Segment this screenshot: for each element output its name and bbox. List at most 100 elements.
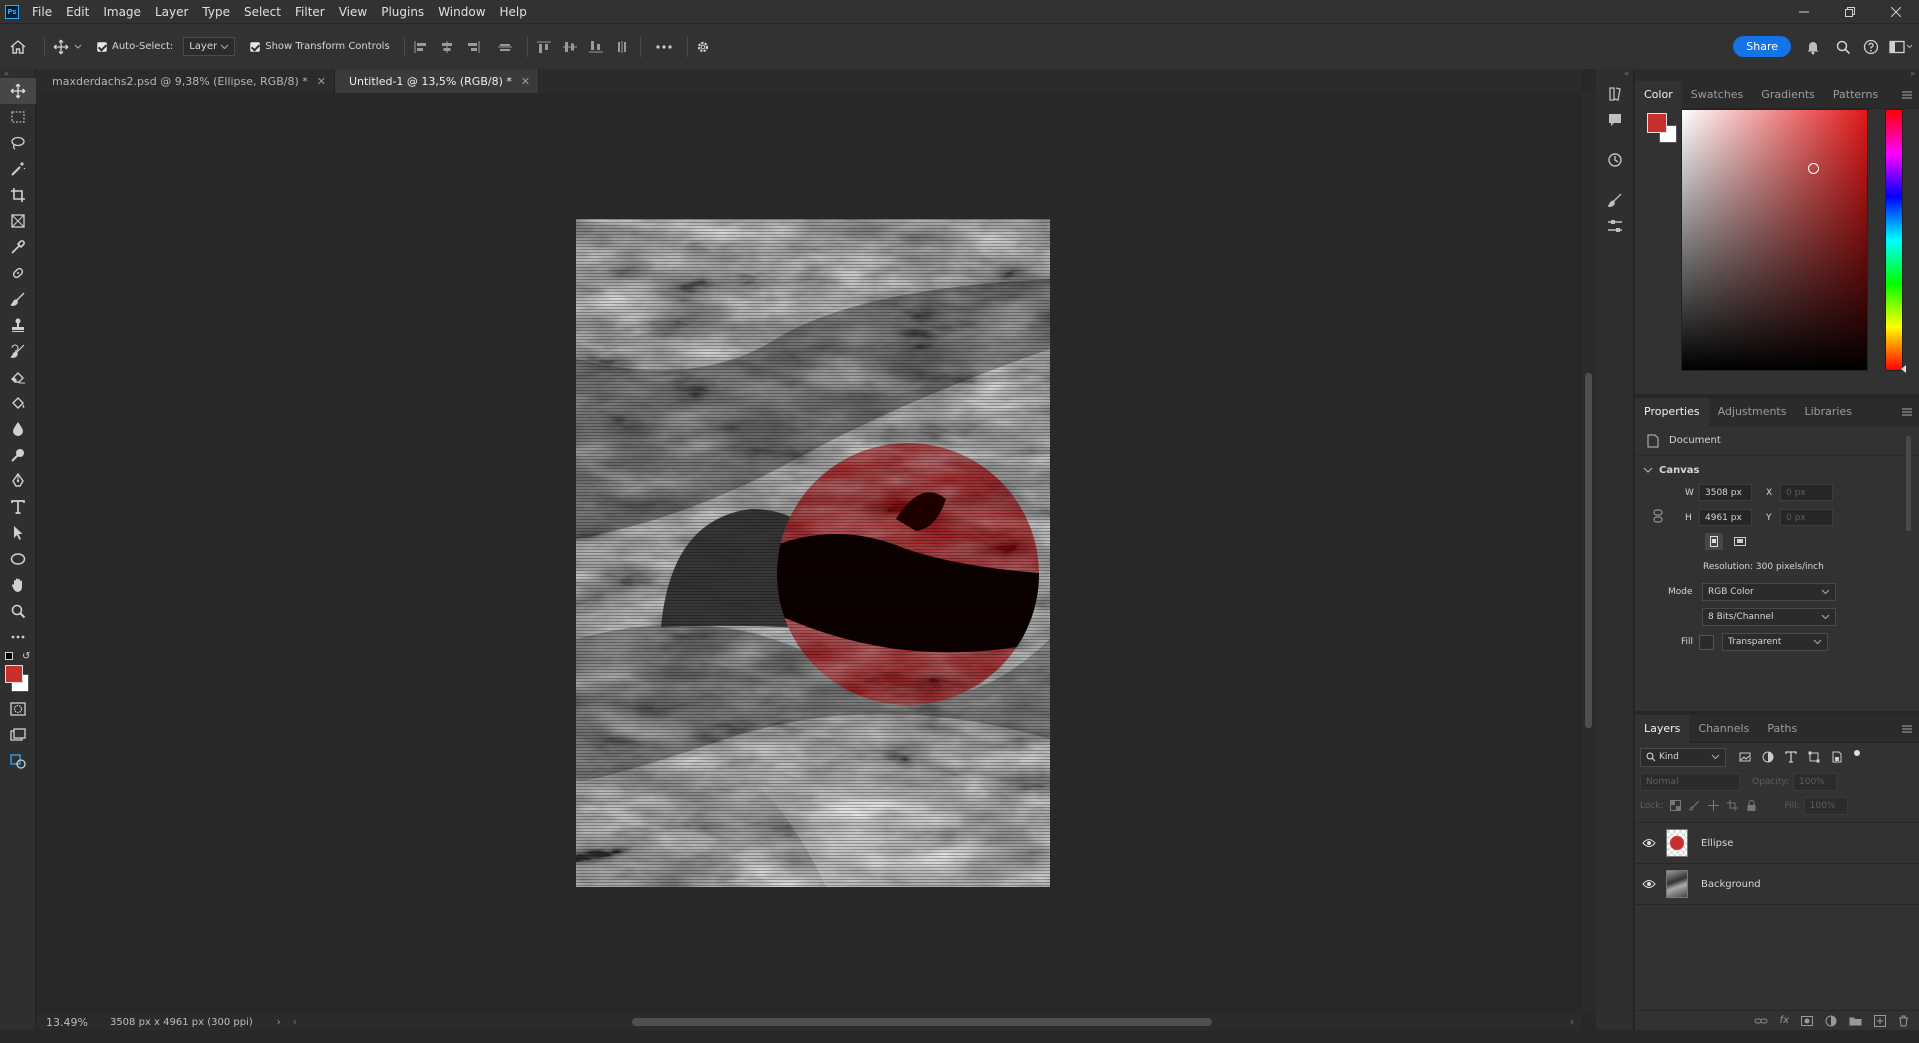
close-tab-icon[interactable]: ✕ [521, 75, 530, 88]
filter-adjustment-icon[interactable] [1762, 751, 1774, 763]
link-layers-icon[interactable] [1754, 1016, 1768, 1026]
panel-menu-icon[interactable] [1901, 90, 1913, 100]
panel-menu-icon[interactable] [1901, 407, 1913, 417]
distribute-icon[interactable] [497, 40, 513, 54]
menu-plugins[interactable]: Plugins [374, 5, 431, 19]
show-transform-controls-checkbox[interactable]: Show Transform Controls [250, 24, 390, 69]
more-tools-icon[interactable] [0, 624, 36, 650]
fill-swatch[interactable] [1699, 634, 1714, 650]
align-middle-icon[interactable] [562, 40, 578, 54]
filter-shape-icon[interactable] [1808, 751, 1820, 763]
tab-paths[interactable]: Paths [1758, 715, 1806, 743]
eye-icon[interactable] [1642, 879, 1656, 889]
toolbar-collapse-icon[interactable]: » [0, 69, 35, 78]
clone-stamp-tool-icon[interactable] [0, 312, 36, 338]
screen-mode-icon[interactable] [0, 722, 36, 748]
crop-tool-icon[interactable] [0, 182, 36, 208]
filter-smart-object-icon[interactable] [1831, 751, 1843, 763]
layer-name[interactable]: Ellipse [1701, 838, 1733, 849]
delete-layer-icon[interactable] [1898, 1015, 1909, 1027]
distribute-vertical-icon[interactable] [614, 40, 630, 54]
tab-properties[interactable]: Properties [1635, 397, 1709, 426]
tab-adjustments[interactable]: Adjustments [1709, 398, 1796, 426]
tab-gradients[interactable]: Gradients [1752, 81, 1824, 109]
filter-type-icon[interactable] [1785, 751, 1797, 763]
fill-dropdown[interactable]: Transparent [1722, 633, 1828, 651]
type-tool-icon[interactable] [0, 494, 36, 520]
filter-pixel-icon[interactable] [1739, 751, 1751, 763]
menu-window[interactable]: Window [431, 5, 492, 19]
align-right-icon[interactable] [465, 40, 481, 54]
dock-collapse-icon[interactable]: « [1596, 69, 1633, 81]
menu-edit[interactable]: Edit [59, 5, 96, 19]
saturation-brightness-field[interactable] [1681, 109, 1868, 371]
eye-icon[interactable] [1642, 838, 1656, 848]
workspace-icon[interactable] [1889, 39, 1913, 55]
magic-wand-tool-icon[interactable] [0, 156, 36, 182]
vertical-scrollbar[interactable] [1582, 93, 1596, 1014]
auto-select-checkbox[interactable]: Auto-Select: [97, 24, 173, 69]
pen-tool-icon[interactable] [0, 468, 36, 494]
foreground-color-swatch[interactable] [5, 665, 23, 683]
tab-swatches[interactable]: Swatches [1682, 81, 1753, 109]
comments-icon[interactable] [1597, 107, 1633, 133]
default-colors-icon[interactable] [5, 652, 13, 660]
add-mask-icon[interactable] [1801, 1015, 1813, 1026]
brush-tool-icon[interactable] [0, 286, 36, 312]
landscape-orientation-icon[interactable] [1731, 533, 1749, 550]
lasso-tool-icon[interactable] [0, 130, 36, 156]
scroll-right-icon[interactable]: › [1570, 1017, 1574, 1028]
filter-kind-dropdown[interactable]: Kind [1640, 747, 1726, 767]
hue-slider[interactable] [1885, 109, 1903, 371]
new-group-icon[interactable] [1849, 1016, 1862, 1026]
eyedropper-tool-icon[interactable] [0, 234, 36, 260]
width-input[interactable]: 3508 px [1699, 484, 1752, 501]
tab-untitled-1[interactable]: Untitled-1 @ 13,5% (RGB/8) * ✕ [334, 69, 540, 93]
color-picker-handle[interactable] [1808, 163, 1819, 174]
move-tool-preset-icon[interactable] [53, 24, 83, 69]
align-bottom-icon[interactable] [588, 40, 604, 54]
panel-menu-icon[interactable] [1901, 724, 1913, 734]
edit-toolbar-icon[interactable] [0, 748, 36, 774]
menu-view[interactable]: View [332, 5, 374, 19]
brush-settings-icon[interactable] [1597, 187, 1633, 213]
search-icon[interactable] [1835, 39, 1851, 55]
menu-type[interactable]: Type [195, 5, 237, 19]
properties-scrollbar[interactable] [1906, 436, 1911, 531]
status-expand-icon[interactable]: › [277, 1017, 281, 1028]
hand-tool-icon[interactable] [0, 572, 36, 598]
path-selection-tool-icon[interactable] [0, 520, 36, 546]
layer-row-ellipse[interactable]: Ellipse [1635, 823, 1919, 864]
horizontal-scroll-thumb[interactable] [632, 1018, 1212, 1026]
vertical-scroll-thumb[interactable] [1585, 373, 1592, 728]
menu-help[interactable]: Help [493, 5, 534, 19]
auto-select-dropdown[interactable]: Layer [183, 37, 236, 56]
home-icon[interactable] [0, 24, 36, 69]
eraser-tool-icon[interactable] [0, 364, 36, 390]
paint-bucket-tool-icon[interactable] [0, 390, 36, 416]
share-button[interactable]: Share [1733, 36, 1791, 57]
filter-toggle-icon[interactable] [1854, 750, 1860, 756]
menu-layer[interactable]: Layer [148, 5, 195, 19]
align-top-icon[interactable] [536, 40, 552, 54]
link-dimensions-icon[interactable] [1653, 509, 1663, 523]
menu-select[interactable]: Select [237, 5, 288, 19]
healing-brush-tool-icon[interactable] [0, 260, 36, 286]
scroll-left-icon[interactable]: ‹ [293, 1017, 297, 1028]
close-tab-icon[interactable]: ✕ [317, 75, 326, 88]
hue-slider-handle[interactable] [1901, 365, 1906, 373]
tab-maxderdachs2[interactable]: maxderdachs2.psd @ 9,38% (Ellipse, RGB/8… [36, 69, 335, 93]
tab-color[interactable]: Color [1635, 80, 1682, 109]
tab-patterns[interactable]: Patterns [1824, 81, 1887, 109]
tab-layers[interactable]: Layers [1635, 714, 1690, 743]
portrait-orientation-icon[interactable] [1705, 533, 1723, 550]
minimize-button[interactable] [1781, 0, 1827, 23]
bell-icon[interactable] [1805, 39, 1821, 55]
swap-colors-icon[interactable]: ↺ [22, 651, 30, 662]
menu-filter[interactable]: Filter [288, 5, 332, 19]
adjustments-dock-icon[interactable] [1597, 213, 1633, 239]
ellipse-tool-icon[interactable] [0, 546, 36, 572]
mode-dropdown[interactable]: RGB Color [1702, 583, 1836, 601]
close-window-button[interactable] [1873, 0, 1919, 23]
frame-tool-icon[interactable] [0, 208, 36, 234]
